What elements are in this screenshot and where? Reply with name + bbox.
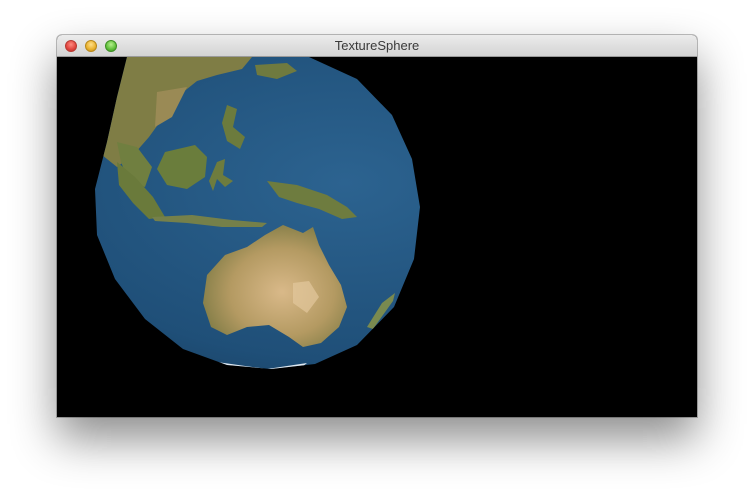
app-window: TextureSphere — [57, 35, 697, 417]
globe-surface — [95, 57, 420, 369]
render-canvas[interactable] — [57, 57, 697, 417]
title-bar[interactable]: TextureSphere — [57, 35, 697, 57]
earth-sphere — [95, 57, 420, 369]
window-title: TextureSphere — [334, 38, 420, 53]
